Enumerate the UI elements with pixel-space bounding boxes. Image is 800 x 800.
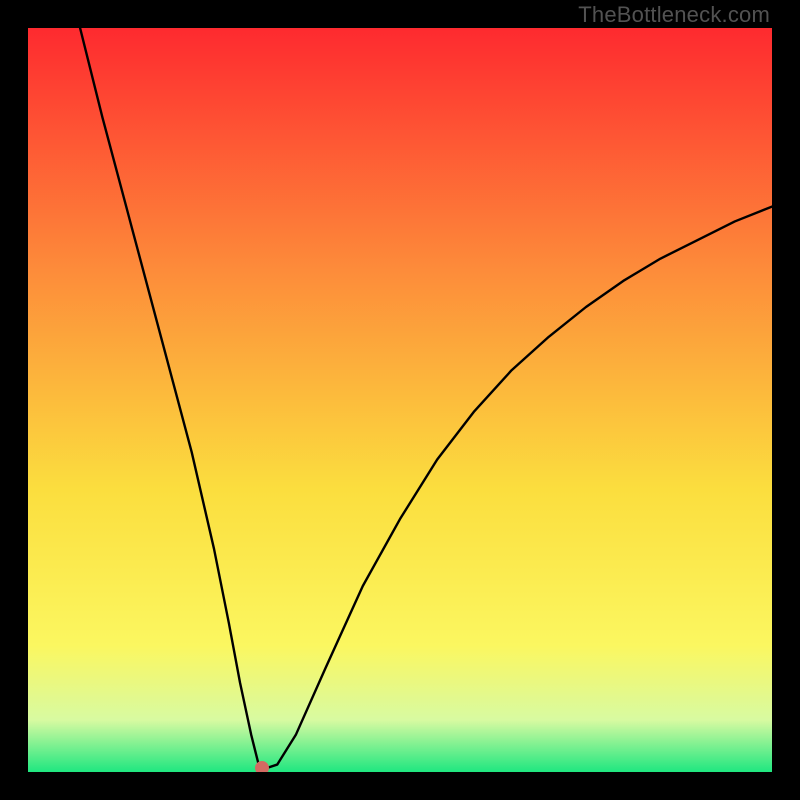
watermark-text: TheBottleneck.com <box>578 2 770 28</box>
minimum-marker-dot <box>255 761 269 772</box>
gradient-background <box>28 28 772 772</box>
border-right <box>772 0 800 800</box>
chart-frame: TheBottleneck.com <box>0 0 800 800</box>
border-left <box>0 0 28 800</box>
border-bottom <box>0 772 800 800</box>
plot-area <box>28 28 772 772</box>
